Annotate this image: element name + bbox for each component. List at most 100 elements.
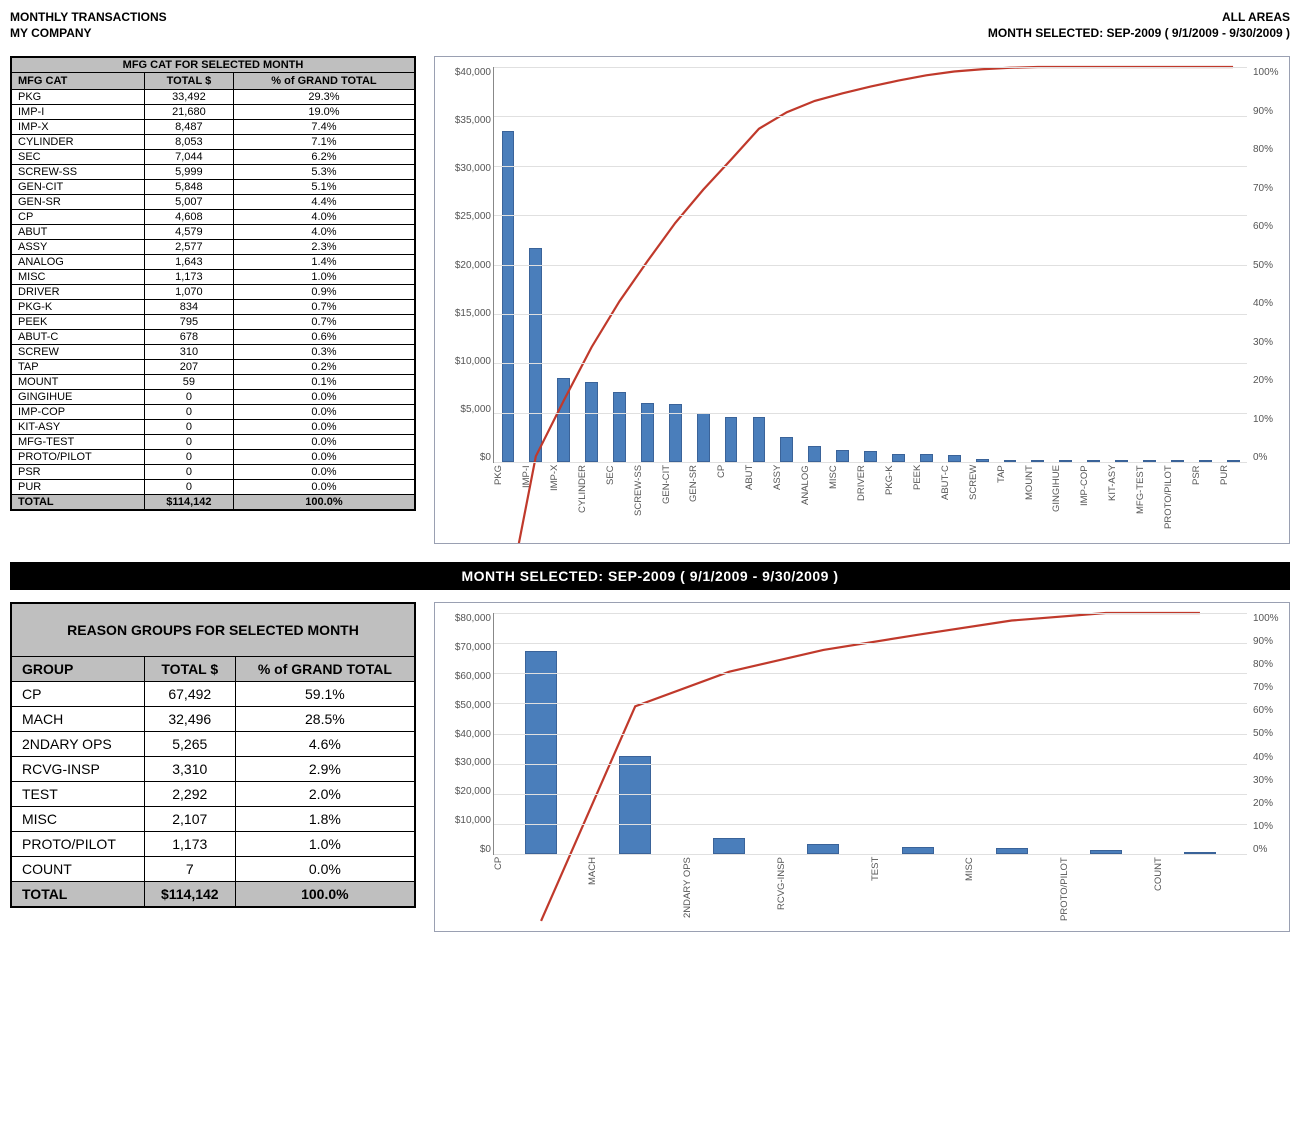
reason-total-value: $114,142 [144,882,235,908]
cell-total: 8,487 [144,120,233,135]
cell-total: 5,265 [144,732,235,757]
reason-pareto-chart: $80,000$70,000$60,000$50,000$40,000$30,0… [434,602,1290,932]
cell-total: 1,173 [144,270,233,285]
table-row: GINGIHUE00.0% [11,390,415,405]
cell-pct: 0.3% [233,345,415,360]
cell-total: 1,173 [144,832,235,857]
cell-cat: 2NDARY OPS [11,732,144,757]
reason-total-pct: 100.0% [235,882,415,908]
x-axis-label: PUR [1219,465,1247,539]
cell-pct: 1.0% [233,270,415,285]
cell-cat: PKG-K [11,300,144,315]
cell-total: 0 [144,465,233,480]
cell-pct: 2.9% [235,757,415,782]
cell-pct: 0.0% [233,450,415,465]
cell-pct: 4.0% [233,210,415,225]
cell-total: 0 [144,435,233,450]
x-axis-label: SEC [605,465,633,539]
reason-section: REASON GROUPS FOR SELECTED MONTH GROUP T… [10,602,1290,932]
cell-total: 0 [144,390,233,405]
cell-total: 0 [144,480,233,495]
x-axis-label: TAP [996,465,1024,539]
cell-total: 5,848 [144,180,233,195]
x-axis-label: MOUNT [1024,465,1052,539]
table-row: MFG-TEST00.0% [11,435,415,450]
table-row: IMP-X8,4877.4% [11,120,415,135]
cell-cat: KIT-ASY [11,420,144,435]
cell-pct: 0.0% [235,857,415,882]
cell-cat: RCVG-INSP [11,757,144,782]
cell-pct: 0.0% [233,405,415,420]
cell-cat: CP [11,210,144,225]
table-row: MISC2,1071.8% [11,807,415,832]
section-divider-band: MONTH SELECTED: SEP-2009 ( 9/1/2009 - 9/… [10,562,1290,590]
table-row: ABUT-C6780.6% [11,330,415,345]
cell-total: 5,007 [144,195,233,210]
x-axis-label: SCREW-SS [633,465,661,539]
cell-pct: 19.0% [233,105,415,120]
cell-total: 0 [144,405,233,420]
cell-cat: ASSY [11,240,144,255]
table-row: GEN-SR5,0074.4% [11,195,415,210]
cell-cat: SCREW [11,345,144,360]
x-axis-label: KIT-ASY [1107,465,1135,539]
x-axis-label: MISC [964,857,1058,927]
x-axis-label: CP [493,857,587,927]
table-row: PSR00.0% [11,465,415,480]
reason-total-label: TOTAL [11,882,144,908]
x-axis-label: ASSY [772,465,800,539]
chart1-y-left: $40,000$35,000$30,000$25,000$20,000$15,0… [435,67,491,463]
table-row: TEST2,2922.0% [11,782,415,807]
cell-pct: 1.8% [235,807,415,832]
cell-total: 0 [144,450,233,465]
cell-total: 678 [144,330,233,345]
mfg-total-value: $114,142 [144,495,233,511]
cell-pct: 0.0% [233,480,415,495]
mfg-col-total: TOTAL $ [144,73,233,90]
table-row: SCREW-SS5,9995.3% [11,165,415,180]
x-axis-label: TEST [870,857,964,927]
x-axis-label: MFG-TEST [1135,465,1163,539]
cell-total: 2,292 [144,782,235,807]
cell-cat: COUNT [11,857,144,882]
reason-col-total: TOTAL $ [144,657,235,682]
cell-cat: GEN-SR [11,195,144,210]
cell-cat: PUR [11,480,144,495]
cell-pct: 0.6% [233,330,415,345]
cell-cat: TEST [11,782,144,807]
cell-pct: 4.4% [233,195,415,210]
reason-table-title: REASON GROUPS FOR SELECTED MONTH [11,603,415,657]
x-axis-label: 2NDARY OPS [682,857,776,927]
x-axis-label: PKG-K [884,465,912,539]
table-row: CP67,49259.1% [11,682,415,707]
cell-total: 5,999 [144,165,233,180]
x-axis-label: SCREW [968,465,996,539]
chart1-y-right: 100%90%80%70%60%50%40%30%20%10%0% [1249,67,1289,463]
title-company: MY COMPANY [10,26,92,40]
cell-cat: GINGIHUE [11,390,144,405]
table-row: KIT-ASY00.0% [11,420,415,435]
table-row: PKG-K8340.7% [11,300,415,315]
x-axis-label: ABUT-C [940,465,968,539]
cell-cat: CP [11,682,144,707]
table-row: ABUT4,5794.0% [11,225,415,240]
table-row: PEEK7950.7% [11,315,415,330]
cell-pct: 0.2% [233,360,415,375]
table-row: IMP-COP00.0% [11,405,415,420]
cell-pct: 1.4% [233,255,415,270]
cell-cat: ABUT-C [11,330,144,345]
cell-cat: IMP-X [11,120,144,135]
cell-total: 59 [144,375,233,390]
cell-cat: GEN-CIT [11,180,144,195]
cell-cat: PROTO/PILOT [11,450,144,465]
cell-pct: 0.9% [233,285,415,300]
table-row: PROTO/PILOT00.0% [11,450,415,465]
mfg-table: MFG CAT FOR SELECTED MONTH MFG CAT TOTAL… [10,56,416,511]
cell-pct: 2.3% [233,240,415,255]
x-axis-label: GEN-SR [688,465,716,539]
x-axis-label: PROTO/PILOT [1163,465,1191,539]
cell-cat: ABUT [11,225,144,240]
cell-total: 2,107 [144,807,235,832]
cell-cat: IMP-I [11,105,144,120]
x-axis-label: PKG [493,465,521,539]
